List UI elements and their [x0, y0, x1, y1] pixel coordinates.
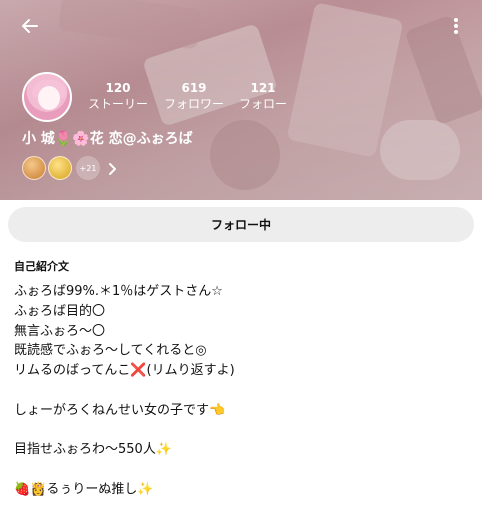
bio-line: 🍓👸るぅりーぬ推し✨: [14, 481, 154, 497]
bio-text: ふぉろば99%.＊1％はゲストさん☆ ふぉろば目的〇 無言ふぉろ～〇 既読感でふ…: [14, 282, 474, 500]
badges-more-count: +21: [76, 156, 100, 180]
stat-followers-count: 619: [181, 81, 207, 95]
bio-line: 無言ふぉろ～〇: [14, 323, 106, 339]
stat-stories-count: 120: [105, 81, 131, 95]
avatar[interactable]: [22, 72, 72, 122]
stat-following-label: フォロー: [238, 97, 287, 111]
bio-blank-line: [14, 421, 474, 441]
stat-followers[interactable]: 619 フォロワー: [158, 80, 230, 112]
badges-row[interactable]: +21: [22, 156, 118, 180]
avatar-face: [38, 86, 60, 110]
bio-line: ふぉろば目的〇: [14, 303, 106, 319]
back-arrow-icon[interactable]: [18, 14, 42, 38]
more-vertical-icon[interactable]: [446, 14, 466, 38]
bio-line: ふぉろば99%.＊1％はゲストさん☆: [14, 284, 223, 299]
stat-stories-label: ストーリー: [87, 97, 148, 111]
gold-badge-icon: [48, 156, 72, 180]
stat-stories[interactable]: 120 ストーリー: [84, 80, 152, 112]
stat-following-count: 121: [250, 81, 276, 95]
stat-following[interactable]: 121 フォロー: [234, 80, 292, 112]
stat-followers-label: フォロワー: [163, 97, 224, 111]
bio-line: リムるのばってんこ❌(リムり返すよ): [14, 363, 235, 379]
display-name: 小 城🌷🌸花 恋@ふぉろば: [22, 131, 193, 147]
chevron-right-icon[interactable]: [108, 161, 118, 175]
bio-line: しょーがろくねんせい女の子です👈: [14, 402, 226, 418]
profile-header: 120 ストーリー 619 フォロワー 121 フォロー 小 城🌷🌸花 恋@ふぉ…: [0, 0, 482, 200]
bio-line: 目指せふぉろわ～550人✨: [14, 442, 172, 458]
bio-line: 既読感でふぉろ～してくれると◎: [14, 343, 207, 359]
bio-title: 自己紹介文: [14, 260, 69, 273]
bio-blank-line: [14, 381, 474, 401]
bronze-badge-icon: [22, 156, 46, 180]
following-button[interactable]: フォロー中: [8, 207, 474, 242]
bio-blank-line: [14, 460, 474, 480]
